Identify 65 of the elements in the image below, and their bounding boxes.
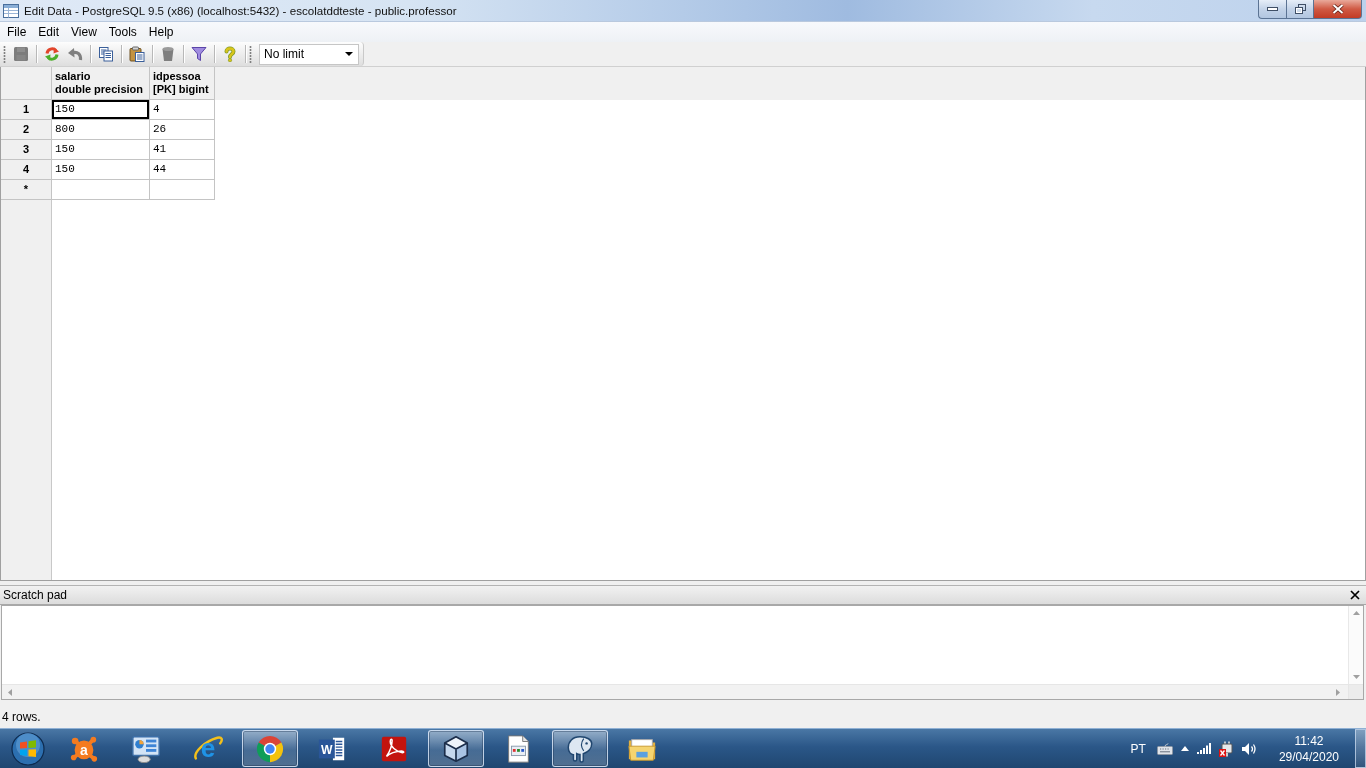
taskbar-button[interactable]: W <box>304 730 360 767</box>
column-name: salario <box>55 70 92 83</box>
tricolor-wheel-icon <box>255 733 285 764</box>
caret-down-icon <box>345 52 353 56</box>
row-limit-dropdown[interactable]: No limit <box>259 43 359 65</box>
column-type: double precision <box>55 83 144 96</box>
taskbar-button[interactable] <box>552 730 608 767</box>
table-cell[interactable]: 150 <box>52 160 150 180</box>
cube-icon <box>441 733 471 764</box>
menu-item[interactable]: View <box>65 23 103 41</box>
table-cell[interactable]: 26 <box>150 120 215 140</box>
close-icon[interactable] <box>1350 590 1360 600</box>
table-icon <box>3 2 19 19</box>
close-icon <box>1331 4 1344 14</box>
clock-date[interactable]: 29/04/2020 <box>1278 748 1339 765</box>
clock-time[interactable]: 11:42 <box>1294 732 1324 749</box>
restore-icon <box>1294 4 1306 14</box>
taskbar-button[interactable] <box>428 730 484 767</box>
menu-item[interactable]: Tools <box>102 23 143 41</box>
monitor-icon <box>131 733 161 764</box>
refresh-icon <box>43 46 60 62</box>
column-name: idpessoa <box>153 70 202 83</box>
close-button[interactable] <box>1314 0 1362 19</box>
row-header[interactable]: 3 <box>1 140 52 160</box>
menu-item[interactable]: Edit <box>32 23 66 41</box>
row-header[interactable]: 4 <box>1 160 52 180</box>
language-indicator[interactable]: PT <box>1130 739 1146 758</box>
column-header[interactable]: idpessoa [PK] bigint <box>150 67 215 100</box>
grip-icon[interactable] <box>3 45 6 63</box>
table-cell[interactable]: 800 <box>52 120 150 140</box>
minimize-icon <box>1267 7 1278 11</box>
column-header[interactable]: salario double precision <box>52 67 150 100</box>
table-cell[interactable]: 41 <box>150 140 215 160</box>
funnel-icon <box>190 46 207 62</box>
elephant-icon <box>565 733 595 764</box>
signal-bars-icon[interactable] <box>1196 743 1211 754</box>
copy-icon <box>97 46 114 62</box>
row-header[interactable]: 2 <box>1 120 52 140</box>
table-cell[interactable]: 4 <box>150 100 215 120</box>
keyboard-icon[interactable] <box>1156 742 1173 755</box>
show-desktop-button[interactable] <box>1355 729 1366 768</box>
start-orb-icon[interactable] <box>11 731 45 766</box>
row-header[interactable]: 1 <box>1 100 52 120</box>
power-plug-icon[interactable] <box>1218 740 1233 757</box>
window-title: Edit Data - PostgreSQL 9.5 (x86) (localhost:5432) - escolatddteste - public.professor <box>24 2 457 19</box>
status-text: 4 rows. <box>2 708 41 726</box>
help-icon <box>221 46 238 62</box>
restore-button[interactable] <box>1286 0 1314 19</box>
menu-item[interactable]: Help <box>142 23 180 41</box>
paste-icon <box>128 46 145 62</box>
menu-item[interactable]: File <box>1 23 33 41</box>
taskbar-button[interactable] <box>242 730 298 767</box>
grip-icon[interactable] <box>249 45 252 63</box>
speaker-icon[interactable] <box>1240 741 1257 756</box>
minimize-button[interactable] <box>1258 0 1286 19</box>
panel-title: Scratch pad <box>3 587 68 604</box>
table-cell[interactable]: 150 <box>52 100 150 120</box>
caret-up-icon[interactable] <box>1180 746 1189 751</box>
undo-icon <box>66 46 83 62</box>
column-type: [PK] bigint <box>153 83 210 96</box>
table-cell[interactable]: 150 <box>52 140 150 160</box>
save-icon <box>12 46 29 62</box>
scratch-pad-field[interactable] <box>1 605 1364 700</box>
table-cell[interactable]: 44 <box>150 160 215 180</box>
row-header[interactable]: * <box>1 180 52 200</box>
